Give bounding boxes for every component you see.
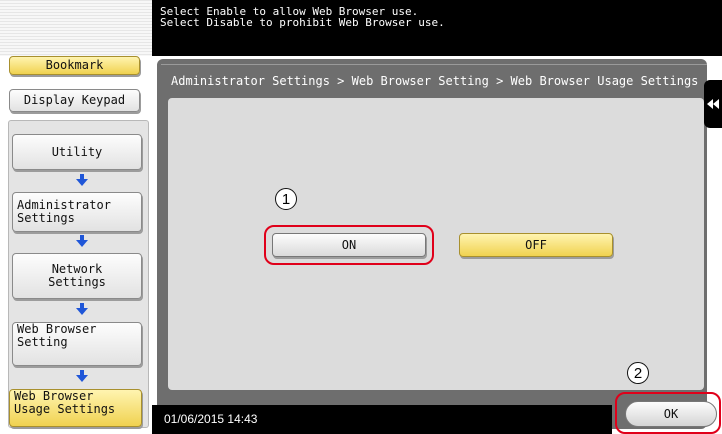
breadcrumb-administrator-settings[interactable]: Administrator Settings [12,192,142,232]
ok-button[interactable]: OK [625,401,717,427]
left-sidebar: Bookmark Display Keypad Utility Administ… [0,0,152,434]
settings-path-title: Administrator Settings > Web Browser Set… [161,64,707,96]
breadcrumb-web-browser-setting[interactable]: Web Browser Setting [12,322,142,366]
arrow-down-icon [76,370,88,382]
message-line-2: Select Disable to prohibit Web Browser u… [160,16,445,29]
breadcrumb-label-line2: Settings [17,211,75,225]
collapse-panel-handle[interactable] [704,80,722,128]
on-button[interactable]: ON [272,233,426,257]
breadcrumb-utility[interactable]: Utility [12,134,142,170]
double-arrow-left-icon [707,99,719,109]
off-button[interactable]: OFF [459,233,613,257]
status-bar: 01/06/2015 14:43 [152,405,612,434]
breadcrumb-label-line2: Usage Settings [14,402,116,416]
breadcrumb-web-browser-usage-settings[interactable]: Web Browser Usage Settings [9,389,142,427]
callout-1-marker: 1 [275,188,297,210]
message-bar: Select Enable to allow Web Browser use. … [152,0,722,56]
arrow-down-icon [76,303,88,315]
status-datetime: 01/06/2015 14:43 [164,412,258,426]
breadcrumb-label-line2: Setting [17,335,68,349]
arrow-down-icon [76,235,88,247]
callout-2-marker: 2 [627,362,649,384]
arrow-down-icon [76,174,88,186]
bookmark-button[interactable]: Bookmark [9,56,140,75]
breadcrumb-network-settings[interactable]: Network Settings [12,253,142,299]
breadcrumb-label-line2: Settings [48,275,106,289]
display-keypad-button[interactable]: Display Keypad [9,89,140,112]
sidebar-header-stripe [0,0,152,56]
settings-content-area [168,98,704,390]
